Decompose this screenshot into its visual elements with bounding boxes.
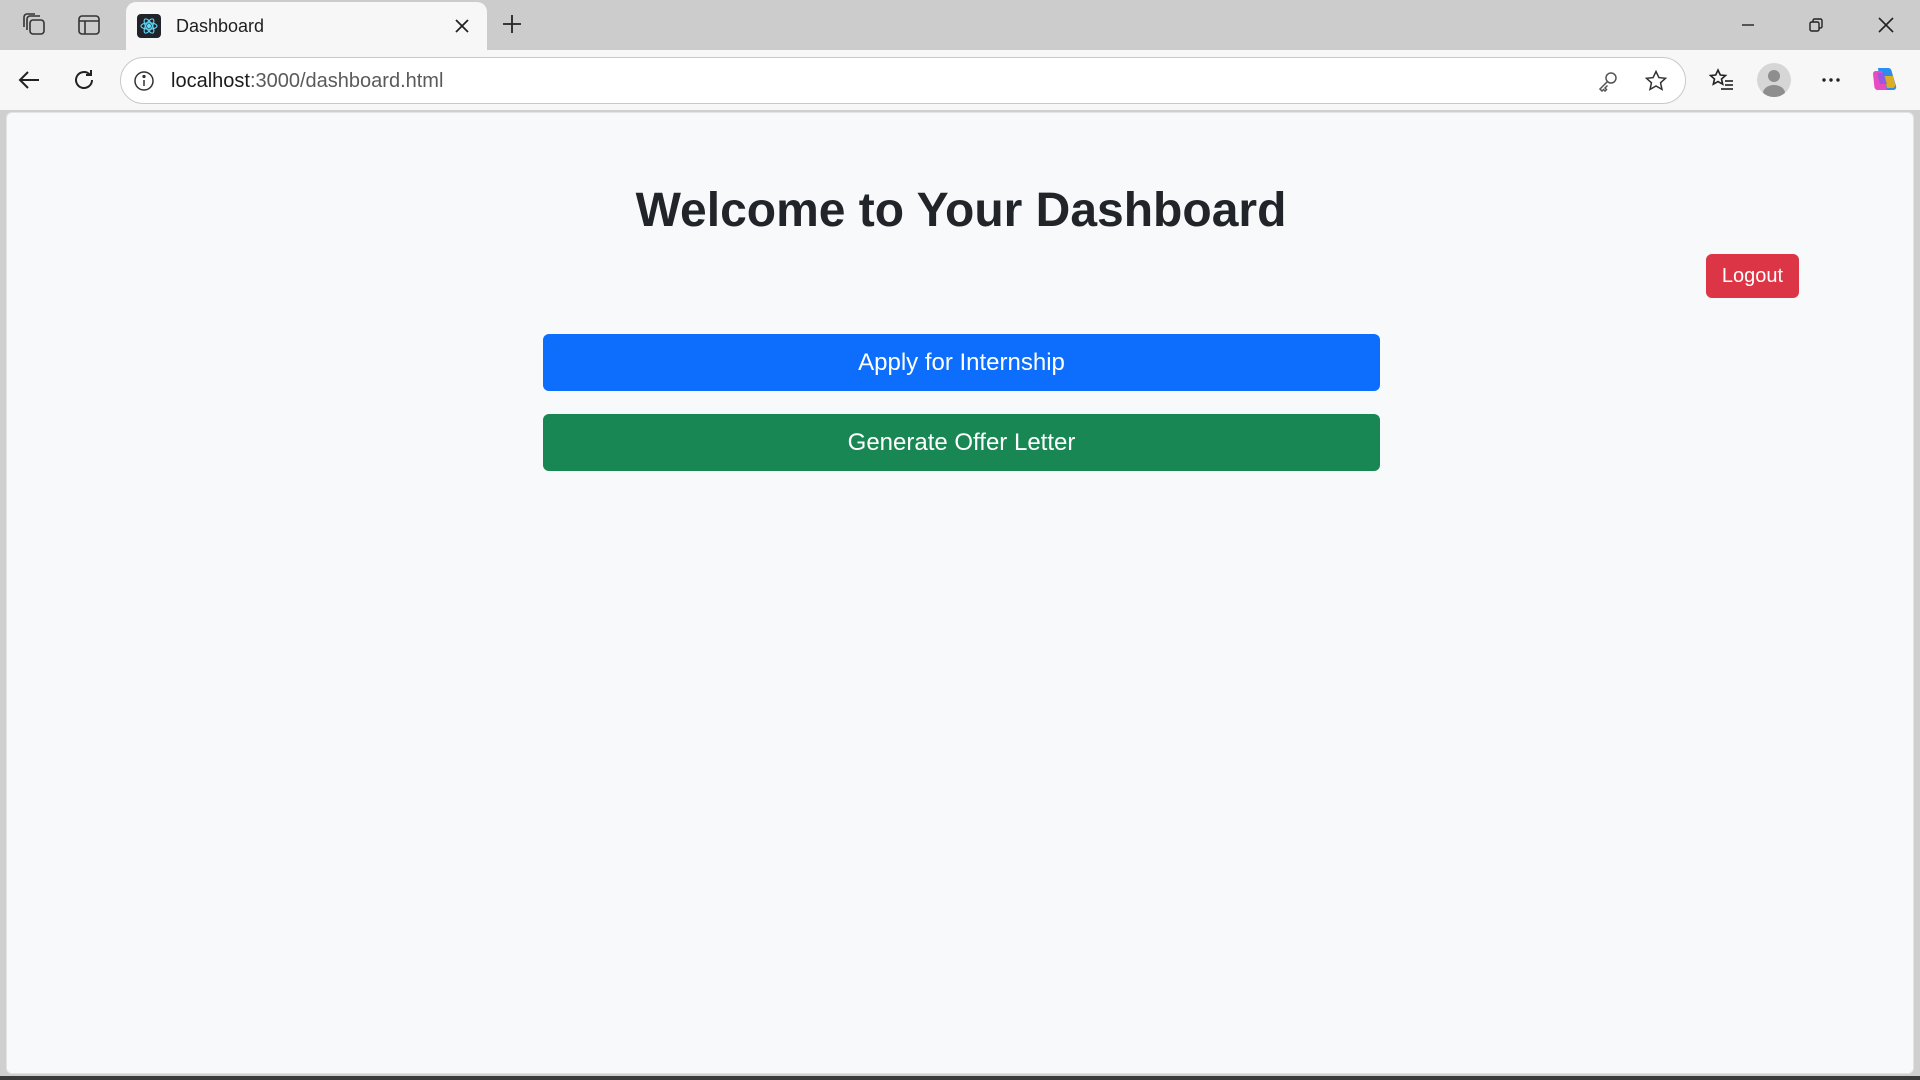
url-text: localhost:3000/dashboard.html: [171, 70, 443, 93]
back-arrow-icon[interactable]: [10, 61, 48, 99]
apply-internship-button[interactable]: Apply for Internship: [543, 334, 1380, 391]
key-icon[interactable]: [1593, 66, 1623, 96]
browser-toolbar: localhost:3000/dashboard.html: [0, 50, 1920, 110]
tab-dashboard[interactable]: Dashboard: [126, 2, 487, 50]
favorites-list-icon[interactable]: [1703, 61, 1741, 99]
window-close-icon[interactable]: [1856, 4, 1916, 46]
address-bar[interactable]: localhost:3000/dashboard.html: [120, 57, 1686, 104]
url-path: :3000/dashboard.html: [249, 70, 444, 92]
page-title: Welcome to Your Dashboard: [635, 184, 1287, 237]
tab-title: Dashboard: [176, 15, 265, 36]
tab-strip: Dashboard: [0, 0, 1920, 50]
copilot-icon[interactable]: [1866, 61, 1904, 99]
plus-icon[interactable]: [494, 6, 530, 42]
generate-offer-letter-button[interactable]: Generate Offer Letter: [543, 414, 1380, 471]
star-icon[interactable]: [1641, 66, 1671, 96]
more-icon[interactable]: [1812, 61, 1850, 99]
profile-avatar-icon[interactable]: [1757, 63, 1791, 97]
page-viewport: Welcome to Your Dashboard Logout Apply f…: [6, 112, 1914, 1074]
workspaces-icon[interactable]: [17, 8, 53, 42]
url-host: localhost: [171, 70, 250, 92]
close-icon[interactable]: [447, 11, 477, 41]
minimize-icon[interactable]: [1718, 4, 1778, 46]
react-atom-icon: [137, 14, 161, 38]
logout-button[interactable]: Logout: [1706, 254, 1799, 298]
info-icon[interactable]: [129, 66, 159, 96]
window-bottom-edge: [0, 1076, 1920, 1080]
vertical-tabs-icon[interactable]: [71, 8, 107, 42]
refresh-icon[interactable]: [65, 61, 103, 99]
restore-icon[interactable]: [1786, 4, 1846, 46]
